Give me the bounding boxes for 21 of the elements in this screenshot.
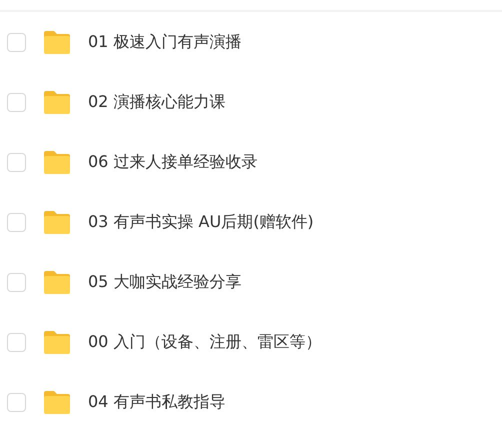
folder-icon: [42, 89, 72, 115]
folder-name[interactable]: 05 大咖实战经验分享: [88, 272, 242, 292]
folder-name[interactable]: 01 极速入门有声演播: [88, 32, 242, 52]
checkbox[interactable]: [7, 152, 26, 172]
folder-name[interactable]: 06 过来人接单经验收录: [88, 152, 258, 172]
checkbox[interactable]: [7, 392, 26, 412]
folder-icon: [42, 329, 72, 355]
checkbox[interactable]: [7, 332, 26, 352]
folder-icon: [42, 29, 72, 55]
folder-name[interactable]: 04 有声书私教指导: [88, 392, 226, 412]
folder-name[interactable]: 03 有声书实操 AU后期(赠软件): [88, 212, 314, 232]
checkbox[interactable]: [7, 272, 26, 292]
folder-icon: [42, 149, 72, 175]
checkbox[interactable]: [7, 32, 26, 52]
folder-name[interactable]: 00 入门（设备、注册、雷区等）: [88, 332, 322, 352]
checkbox[interactable]: [7, 212, 26, 232]
folder-icon: [42, 389, 72, 415]
checkbox[interactable]: [7, 92, 26, 112]
folder-icon: [42, 269, 72, 295]
folder-name[interactable]: 02 演播核心能力课: [88, 92, 226, 112]
folder-icon: [42, 209, 72, 235]
